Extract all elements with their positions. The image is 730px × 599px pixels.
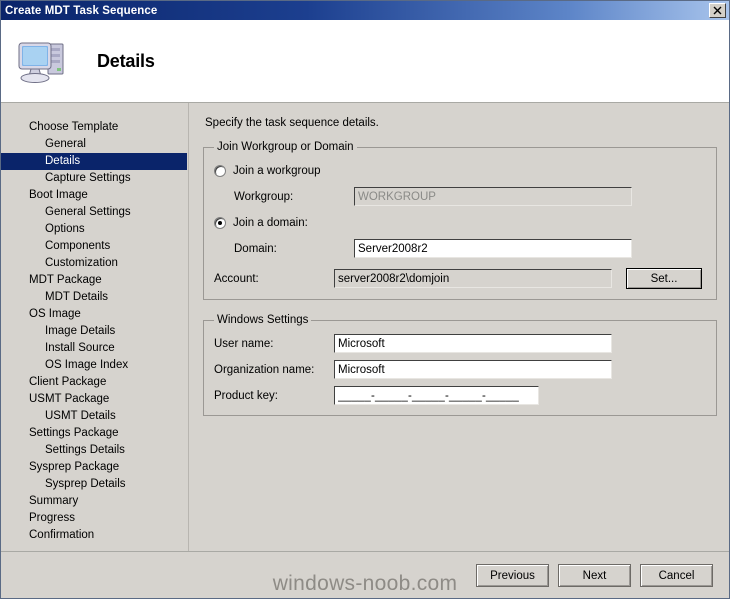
title-bar: Create MDT Task Sequence [1,1,729,20]
content-panel: Specify the task sequence details. Join … [189,103,729,551]
username-input[interactable] [334,334,612,353]
sidebar-item-options[interactable]: Options [1,221,188,238]
sidebar-item-mdt-package[interactable]: MDT Package [1,272,188,289]
sidebar-item-capture-settings[interactable]: Capture Settings [1,170,188,187]
sidebar-item-image-details[interactable]: Image Details [1,323,188,340]
sidebar-item-choose-template[interactable]: Choose Template [1,119,188,136]
sidebar-item-boot-image[interactable]: Boot Image [1,187,188,204]
cancel-button[interactable]: Cancel [640,564,713,587]
join-workgroup-radio-row[interactable]: Join a workgroup [214,161,706,180]
sidebar-item-settings-details[interactable]: Settings Details [1,442,188,459]
window-title: Create MDT Task Sequence [5,4,158,17]
productkey-input[interactable] [334,386,539,405]
productkey-row: Product key: [214,386,706,405]
sidebar-item-sysprep-package[interactable]: Sysprep Package [1,459,188,476]
join-workgroup-radio[interactable] [214,164,226,177]
sidebar-item-usmt-details[interactable]: USMT Details [1,408,188,425]
sidebar-item-progress[interactable]: Progress [1,510,188,527]
username-label: User name: [214,337,274,350]
close-icon[interactable] [709,3,726,18]
sidebar-item-components[interactable]: Components [1,238,188,255]
sidebar-item-os-image-index[interactable]: OS Image Index [1,357,188,374]
instruction-text: Specify the task sequence details. [205,117,379,129]
sidebar-item-general[interactable]: General [1,136,188,153]
sidebar-item-sysprep-details[interactable]: Sysprep Details [1,476,188,493]
workgroup-input [354,187,632,206]
join-domain-radio-label: Join a domain: [233,216,308,229]
sidebar-item-confirmation[interactable]: Confirmation [1,527,188,544]
organization-input[interactable] [334,360,612,379]
sidebar-item-customization[interactable]: Customization [1,255,188,272]
organization-label: Organization name: [214,363,315,376]
set-account-button[interactable]: Set... [626,268,702,289]
close-glyph [713,6,722,15]
domain-input[interactable] [354,239,632,258]
create-mdt-task-sequence-window: Create MDT Task Sequence Details Choose … [0,0,730,599]
sidebar-item-mdt-details[interactable]: MDT Details [1,289,188,306]
sidebar-item-os-image[interactable]: OS Image [1,306,188,323]
domain-field-row: Domain: [214,239,706,258]
join-group-legend: Join Workgroup or Domain [217,141,354,153]
button-bar: Previous Next Cancel [1,551,729,598]
account-row: Account: Set... [214,268,706,289]
page-header: Details [1,20,729,103]
account-label: Account: [214,272,259,285]
join-workgroup-or-domain-group: Join Workgroup or Domain Join a workgrou… [203,141,717,300]
join-workgroup-radio-label: Join a workgroup [233,164,321,177]
sidebar-item-settings-package[interactable]: Settings Package [1,425,188,442]
join-domain-radio[interactable] [214,216,226,229]
windows-settings-legend: Windows Settings [217,314,309,326]
page-title: Details [97,50,155,71]
sidebar-item-usmt-package[interactable]: USMT Package [1,391,188,408]
productkey-label: Product key: [214,389,278,402]
workgroup-field-row: Workgroup: [214,187,706,206]
sidebar-item-install-source[interactable]: Install Source [1,340,188,357]
body-area: Choose Template General Details Capture Set… [1,103,729,551]
join-domain-radio-row[interactable]: Join a domain: [214,213,706,232]
username-row: User name: [214,334,706,353]
domain-field-label: Domain: [234,242,277,255]
sidebar-item-client-package[interactable]: Client Package [1,374,188,391]
workgroup-field-label: Workgroup: [234,190,294,203]
sidebar-item-details[interactable]: Details [1,153,187,170]
next-button[interactable]: Next [558,564,631,587]
account-input[interactable] [334,269,612,288]
wizard-step-list: Choose Template General Details Capture Set… [1,103,189,551]
computer-icon [18,42,64,83]
sidebar-item-general-settings[interactable]: General Settings [1,204,188,221]
organization-row: Organization name: [214,360,706,379]
windows-settings-group: Windows Settings User name: Organization… [203,314,717,416]
sidebar-item-summary[interactable]: Summary [1,493,188,510]
previous-button[interactable]: Previous [476,564,549,587]
